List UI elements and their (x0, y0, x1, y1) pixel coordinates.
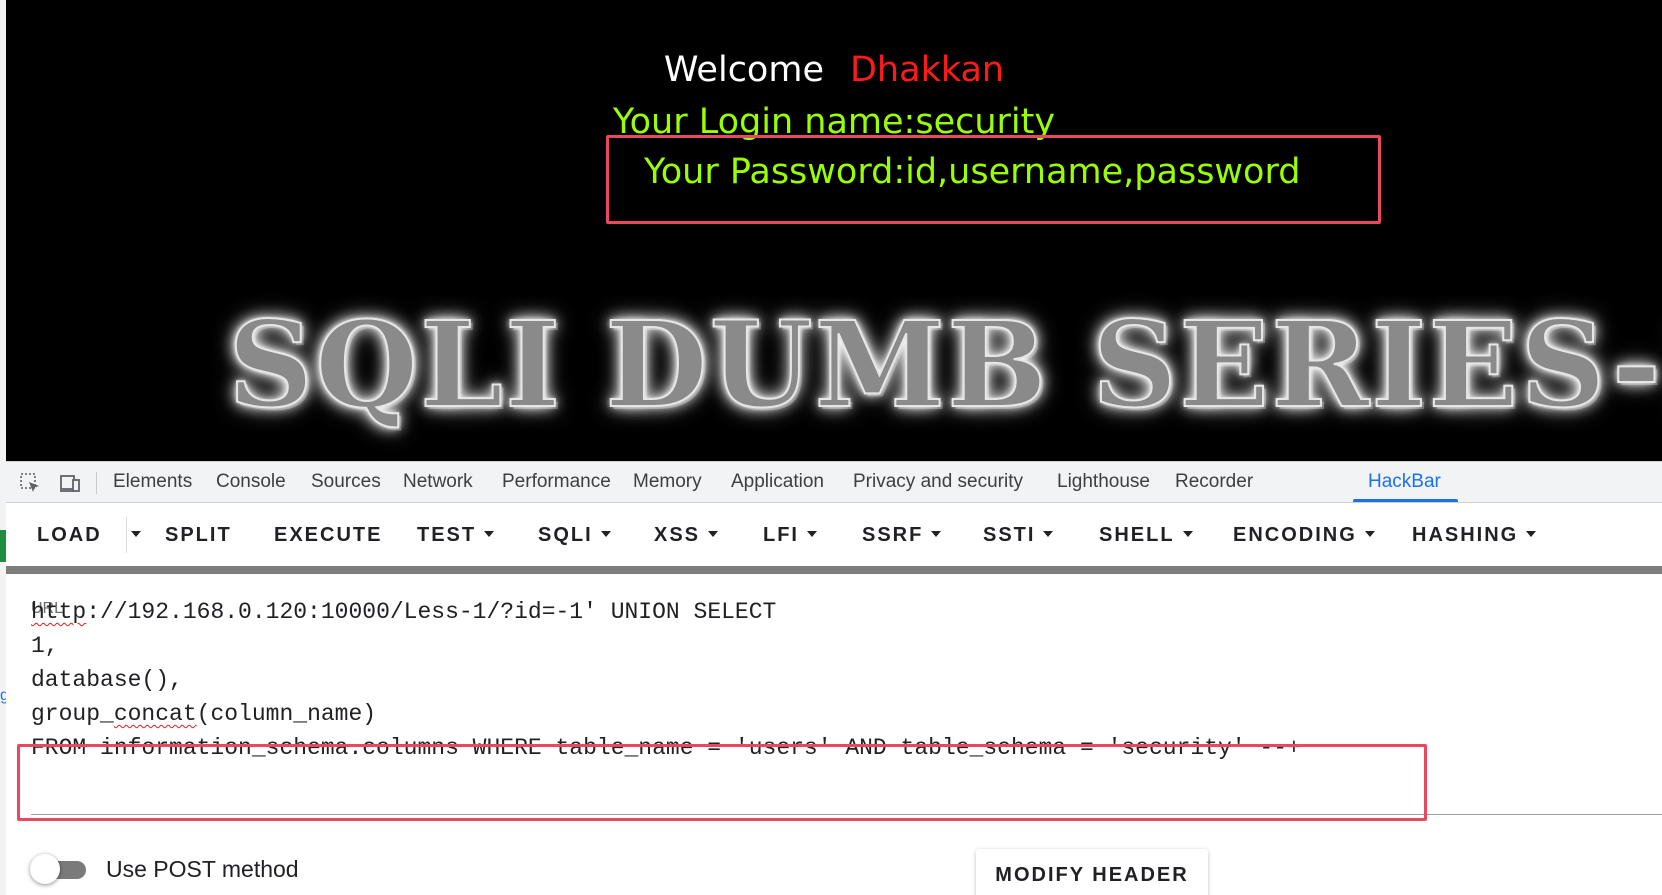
ssrf-menu-button[interactable]: SSRF (862, 503, 942, 567)
tab-recorder[interactable]: Recorder (1175, 462, 1253, 502)
inspect-element-icon[interactable] (18, 471, 42, 495)
url-l4-prefix: group_ (31, 701, 114, 727)
modify-header-button[interactable]: MODIFY HEADER (976, 849, 1208, 895)
tab-hackbar[interactable]: HackBar (1368, 462, 1441, 502)
tab-console[interactable]: Console (216, 462, 286, 502)
banner-title: SQLI DUMB SERIES-1 (227, 295, 1662, 434)
url-panel: URL http://192.168.0.120:10000/Less-1/?i… (6, 574, 1662, 895)
hackbar-toolbar: LOAD SPLIT EXECUTE TEST SQLI XSS LFI SSR… (6, 503, 1662, 567)
sqli-menu-button[interactable]: SQLI (538, 503, 611, 567)
tab-elements[interactable]: Elements (113, 462, 192, 502)
toggle-knob (30, 854, 60, 884)
query-highlight-box (17, 744, 1427, 821)
execute-button[interactable]: EXECUTE (274, 503, 382, 567)
tab-performance[interactable]: Performance (502, 462, 611, 502)
chevron-down-icon (600, 530, 611, 537)
welcome-name: Dhakkan (849, 50, 1005, 90)
toolbar-divider (6, 566, 1662, 574)
ssti-menu-button[interactable]: SSTI (983, 503, 1054, 567)
sqli-menu-label: SQLI (538, 524, 593, 546)
xss-menu-label: XSS (654, 524, 701, 546)
url-input-line-3[interactable]: database(), (31, 662, 183, 698)
tab-application[interactable]: Application (731, 462, 824, 502)
password-line: Your Password:id,username,password (644, 152, 1301, 192)
post-method-toggle[interactable] (30, 854, 88, 884)
url-input-line-1[interactable]: http://192.168.0.120:10000/Less-1/?id=-1… (31, 594, 776, 630)
post-method-label: Use POST method (106, 856, 299, 882)
url-input-line-4[interactable]: group_concat(column_name) (31, 696, 376, 732)
shell-menu-label: SHELL (1099, 524, 1175, 546)
tab-network[interactable]: Network (403, 462, 473, 502)
url-l4-concat: concat (113, 701, 197, 727)
device-toolbar-icon[interactable] (58, 471, 82, 495)
chevron-down-icon (1043, 530, 1054, 537)
chevron-down-icon (131, 530, 141, 537)
xss-menu-button[interactable]: XSS (654, 503, 719, 567)
welcome-word: Welcome (663, 50, 824, 90)
hashing-menu-button[interactable]: HASHING (1412, 503, 1537, 567)
chevron-down-icon (931, 530, 942, 537)
tab-sources[interactable]: Sources (311, 462, 381, 502)
lfi-menu-button[interactable]: LFI (763, 503, 817, 567)
chevron-down-icon (1526, 530, 1537, 537)
chevron-down-icon (807, 530, 817, 537)
split-button[interactable]: SPLIT (165, 503, 232, 567)
hashing-menu-label: HASHING (1412, 524, 1519, 546)
ssrf-menu-label: SSRF (862, 524, 924, 546)
ssti-menu-label: SSTI (983, 524, 1036, 546)
chevron-down-icon (484, 530, 495, 537)
tab-separator (96, 472, 97, 494)
url-scheme: http (31, 599, 87, 625)
welcome-line: Welcome Dhakkan (6, 46, 1662, 94)
chevron-down-icon (708, 530, 719, 537)
active-tab-indicator (1353, 499, 1458, 502)
url-input-line-2[interactable]: 1, (31, 628, 59, 664)
chevron-down-icon (1182, 530, 1193, 537)
test-menu-button[interactable]: TEST (417, 503, 495, 567)
test-menu-label: TEST (417, 524, 477, 546)
encoding-menu-label: ENCODING (1233, 524, 1357, 546)
screen: g Welcome Dhakkan Your Login name:securit… (0, 0, 1662, 895)
tab-privacy-and-security[interactable]: Privacy and security (853, 462, 1023, 502)
tab-memory[interactable]: Memory (633, 462, 702, 502)
load-button[interactable]: LOAD (37, 503, 102, 567)
url-rest: ://192.168.0.120:10000/Less-1/?id=-1' UN… (86, 599, 777, 625)
shell-menu-button[interactable]: SHELL (1099, 503, 1193, 567)
url-l4-suffix: (column_name) (196, 701, 377, 727)
web-page-viewport: Welcome Dhakkan Your Login name:security … (6, 0, 1662, 461)
load-dropdown-button[interactable] (125, 503, 147, 567)
devtools-tab-strip: Elements Console Sources Network Perform… (6, 461, 1662, 503)
chevron-down-icon (1364, 530, 1375, 537)
lfi-menu-label: LFI (763, 524, 799, 546)
tab-lighthouse[interactable]: Lighthouse (1057, 462, 1150, 502)
encoding-menu-button[interactable]: ENCODING (1233, 503, 1375, 567)
